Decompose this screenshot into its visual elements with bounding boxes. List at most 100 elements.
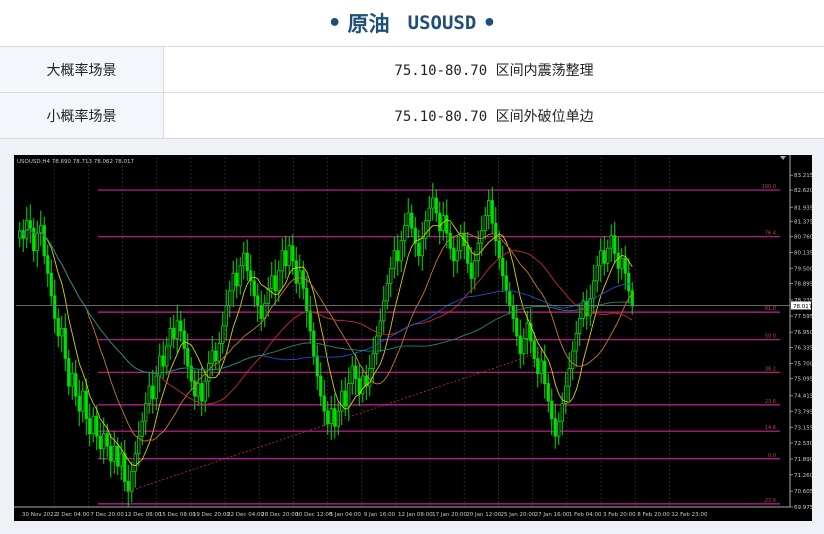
candle [336,410,340,427]
x-tick-label: 12 Feb 23:00 [671,512,708,518]
candle [522,338,526,354]
x-tick-label: 7 Dec 20:00 [90,512,124,518]
x-tick-label: 12 Jan 08:00 [398,512,433,518]
candle [67,358,71,387]
candle [256,295,260,307]
candle [154,375,158,400]
candle [200,383,204,402]
candle [602,250,606,264]
candle [483,215,487,232]
fib-level-label: 61.8 [765,306,776,312]
candle [333,408,337,427]
candle [347,383,351,407]
candle [543,360,547,384]
candle [32,227,36,252]
page-title: • 原油 USOUSD • [0,0,824,46]
candle [28,220,32,229]
candle [382,300,386,322]
x-tick-label: 15 Dec 08:00 [159,512,196,518]
y-tick-label: 77.595 [794,314,812,320]
scenario-label: 大概率场景 [0,46,164,93]
candle [504,275,508,292]
candle [497,240,501,259]
y-tick-label: 79.500 [794,266,812,272]
candle [273,275,277,292]
candle [252,280,256,297]
y-tick-label: 72.530 [794,441,812,447]
y-tick-label: 73.795 [794,409,812,415]
candle [438,212,442,232]
candle [476,242,480,262]
x-tick-label: 9 Jan 16:00 [364,512,396,518]
candle [385,282,389,302]
candle [95,415,99,437]
candle [91,415,95,435]
candle [98,435,102,450]
candle [70,373,74,387]
candle [343,390,347,407]
y-tick-label: 74.415 [794,394,812,400]
candle [329,408,333,425]
scenario-table: 大概率场景 75.10-80.70 区间内震荡整理 小概率场景 75.10-80… [0,46,824,139]
candle [151,385,155,400]
candle [35,232,39,252]
candle [445,215,449,234]
candle [140,420,144,437]
candle [182,330,186,349]
candle [133,453,137,472]
candle [448,232,452,249]
candle [84,390,88,420]
candle [109,445,113,462]
bullet-icon: • [327,10,342,36]
candle [371,353,375,369]
candle [105,433,109,447]
candle [452,247,456,262]
candle [466,245,470,264]
candle [518,335,522,354]
candle [210,350,214,364]
candle [284,250,288,267]
candle [350,365,354,384]
y-tick-label: 80.135 [794,250,812,256]
y-tick-label: 83.215 [794,173,812,179]
fib-level-label: 23.6 [765,399,776,405]
candle [235,272,239,287]
candle [179,320,183,332]
candle [410,212,414,229]
candle [399,240,403,262]
candle [546,383,550,402]
candle [56,318,60,337]
candle [165,345,169,367]
candle [434,197,438,214]
candle [340,390,344,412]
x-tick-label: 2 Dec 04:00 [56,512,90,518]
y-tick-label: 73.155 [794,425,812,431]
candle [49,272,53,297]
candle [46,255,50,274]
y-tick-label: 70.605 [794,489,812,495]
candle [319,375,323,397]
candle [315,355,319,377]
candle [532,340,536,359]
candle [77,395,81,412]
candle [231,272,235,292]
candle [161,355,165,367]
candle [291,245,295,262]
candle [224,305,228,327]
candle [270,275,274,289]
x-tick-label: 27 Jan 16:00 [535,512,570,518]
chart-info-label: USOUSD,H4 78.690 78.713 78.062 78.017 [17,159,134,165]
candle [196,383,200,397]
candle [74,373,78,397]
candle [301,270,305,289]
candle [424,220,428,239]
candle [623,257,627,274]
x-tick-label: 28 Dec 20:00 [261,512,298,518]
fib-level-label: -23.6 [763,498,776,504]
candle [203,380,207,402]
candle [620,257,624,269]
fib-level-label: 100.0 [762,184,776,190]
candle [172,328,176,339]
fib-level-label: 38.2 [765,366,776,372]
y-tick-label: 75.700 [794,362,812,368]
